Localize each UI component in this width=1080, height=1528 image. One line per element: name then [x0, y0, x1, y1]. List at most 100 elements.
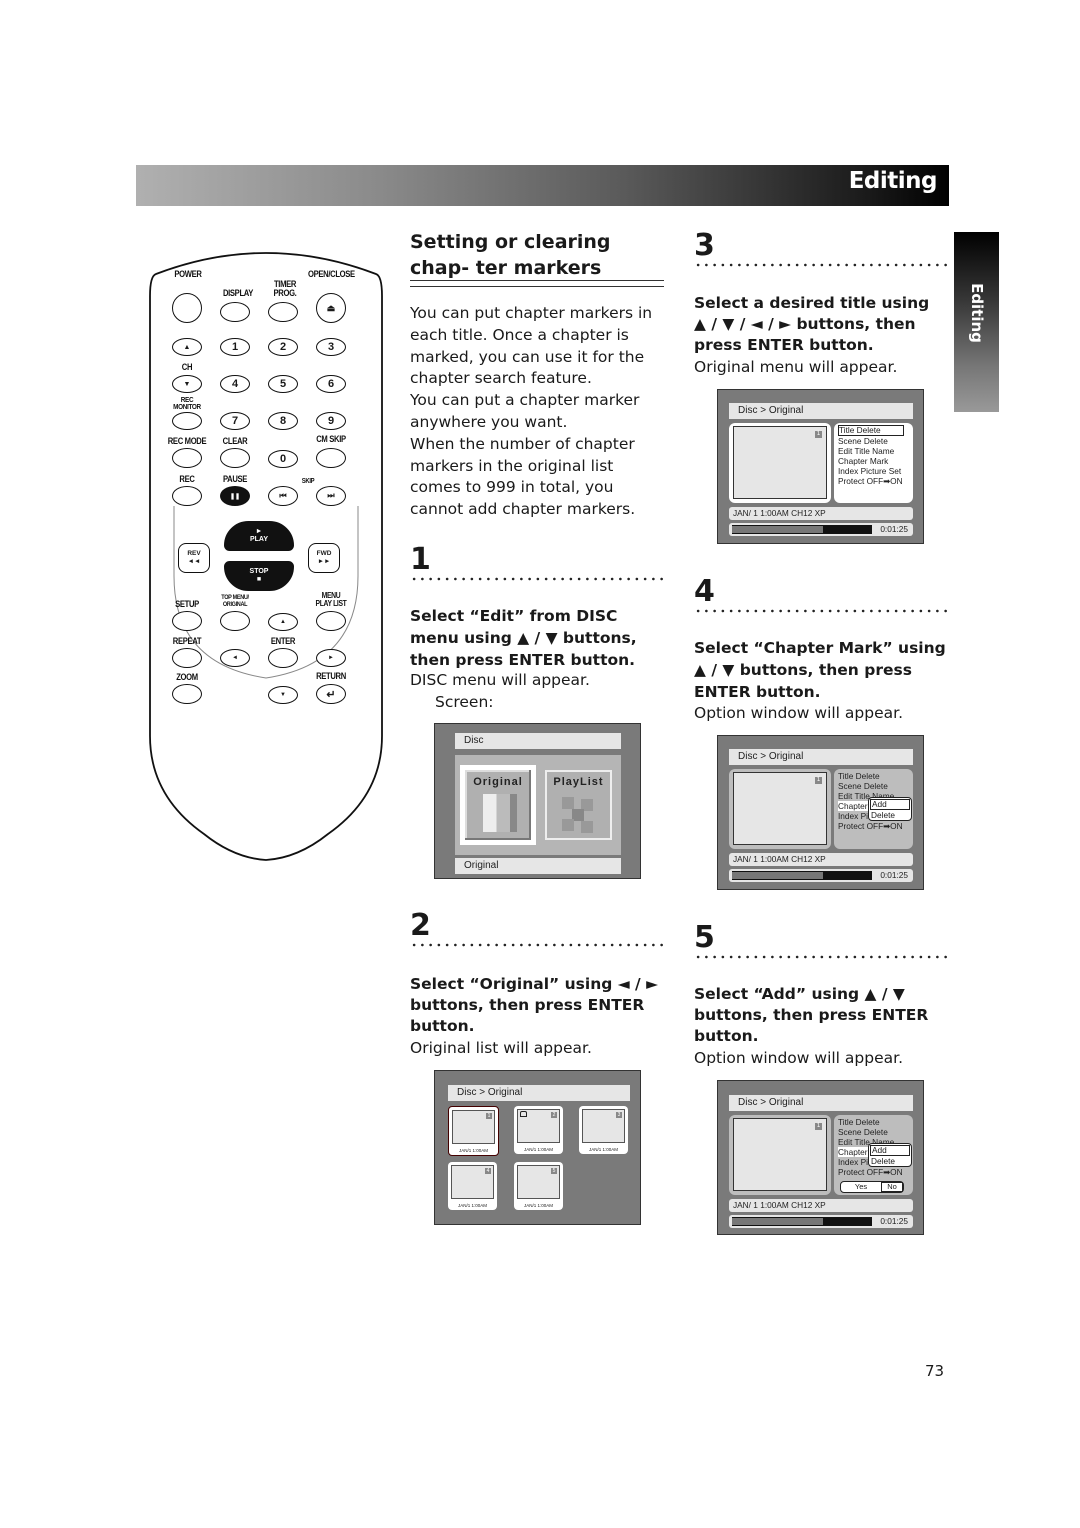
skip-forward-button[interactable]: ⏭ — [316, 486, 346, 506]
menu-item-chapter-mark[interactable]: Chapter Mark — [838, 1147, 888, 1157]
digit-1-button[interactable]: 1 — [220, 338, 250, 356]
digit-label: 9 — [327, 415, 335, 427]
fast-forward-icon: ►► — [317, 558, 331, 565]
step-3-instruction: Select a desired title using ▲ / ▼ / ◄ /… — [694, 294, 930, 354]
menu-item-scene-delete[interactable]: Scene Delete — [838, 781, 903, 791]
pause-button[interactable]: ❚❚ — [220, 486, 250, 506]
intro-text: You can put chapter markers in each titl… — [410, 303, 666, 521]
right-button[interactable]: ► — [316, 649, 346, 667]
digit-0-button[interactable]: 0 — [268, 450, 298, 468]
digit-8-button[interactable]: 8 — [268, 412, 298, 430]
thumbnail-date: JAN/1 1:00AM — [458, 1148, 488, 1153]
down-button[interactable]: ▼ — [268, 686, 298, 704]
playlist-option-label: PlayList — [553, 776, 604, 788]
popup-option-delete[interactable]: Delete — [869, 1157, 911, 1166]
digit-5-button[interactable]: 5 — [268, 375, 298, 393]
title-number-badge: 1 — [815, 777, 822, 784]
menu-item-protect[interactable]: Protect OFF➡ON — [838, 476, 904, 486]
cm-skip-button[interactable] — [316, 448, 346, 468]
menu-item-protect[interactable]: Protect OFF➡ON — [838, 1167, 903, 1177]
step-4-instruction: Select “Chapter Mark” using ▲ / ▼ button… — [694, 639, 946, 701]
power-button[interactable] — [172, 293, 202, 323]
step-2-result: Original list will appear. — [410, 1039, 592, 1057]
stop-button[interactable]: STOP ■ — [224, 561, 294, 591]
no-button[interactable]: No — [881, 1182, 903, 1192]
elapsed-time: 0:01:25 — [880, 1216, 908, 1226]
title-thumbnail[interactable]: 5 JAN/1 1:00AM — [514, 1162, 563, 1210]
menu-button[interactable] — [316, 611, 346, 631]
setup-button[interactable] — [172, 611, 202, 631]
timer-prog-button[interactable] — [268, 302, 298, 322]
top-menu-label: TOP MENU/ ORIGINAL — [221, 594, 249, 608]
ch-up-button[interactable]: ▲ — [172, 338, 202, 356]
menu-item-title-delete[interactable]: Title Delete — [838, 425, 904, 436]
digit-7-button[interactable]: 7 — [220, 412, 250, 430]
up-button[interactable]: ▲ — [268, 613, 298, 631]
left-arrow-icon: ◄ — [232, 655, 238, 661]
menu-item-chapter-mark[interactable]: Chapter Mark — [838, 801, 888, 811]
play-button[interactable]: ► PLAY — [224, 521, 294, 551]
yes-button[interactable]: Yes — [841, 1182, 881, 1192]
setup-label: SETUP — [175, 599, 199, 609]
menu-item-title-delete[interactable]: Title Delete — [838, 1117, 903, 1127]
digit-4-button[interactable]: 4 — [220, 375, 250, 393]
display-button[interactable] — [220, 302, 250, 322]
rec-monitor-label: REC MONITOR — [173, 395, 201, 411]
title-thumbnail[interactable]: 4 JAN/1 1:00AM — [448, 1162, 497, 1210]
menu-item-scene-delete[interactable]: Scene Delete — [838, 436, 904, 446]
edit-menu-panel: Title Delete Scene Delete Edit Title Nam… — [834, 423, 913, 503]
menu-item-chapter-mark[interactable]: Chapter Mark — [838, 456, 904, 466]
confirm-add-screen: Disc > Original 1 Title Delete Scene Del… — [717, 1080, 924, 1235]
rec-mode-button[interactable] — [172, 448, 202, 468]
confirm-dialog: Yes No — [840, 1181, 904, 1193]
popup-option-delete[interactable]: Delete — [869, 811, 911, 820]
enter-button[interactable] — [268, 648, 298, 668]
digit-9-button[interactable]: 9 — [316, 412, 346, 430]
title-thumbnail[interactable]: 2 JAN/1 1:00AM — [514, 1106, 563, 1154]
chapter-mark-popup: Add Delete — [868, 1143, 912, 1167]
title-thumbnail[interactable]: 1 JAN/1 1:00AM — [448, 1106, 499, 1156]
return-button[interactable]: ↵ — [316, 684, 346, 704]
digit-3-button[interactable]: 3 — [316, 338, 346, 356]
rev-button[interactable]: REV ◄◄ — [178, 543, 210, 573]
cm-skip-label: CM SKIP — [316, 434, 346, 444]
digit-2-button[interactable]: 2 — [268, 338, 298, 356]
zoom-button[interactable] — [172, 684, 202, 704]
open-close-button[interactable]: ⏏ — [316, 293, 346, 323]
down-arrow-icon: ▼ — [280, 692, 286, 698]
playlist-option[interactable]: PlayList — [545, 770, 612, 840]
title-preview-panel: 1 — [729, 1115, 831, 1195]
title-number-badge: 5 — [551, 1168, 557, 1174]
menu-item-edit-title-name[interactable]: Edit Title Name — [838, 446, 904, 456]
rec-label: REC — [179, 474, 195, 484]
enter-label: ENTER — [270, 636, 296, 646]
title-thumbnail[interactable]: 3 JAN/1 1:00AM — [579, 1106, 628, 1154]
menu-item-title-delete[interactable]: Title Delete — [838, 771, 903, 781]
popup-option-add[interactable]: Add — [870, 799, 910, 810]
play-icon: ► — [255, 528, 263, 535]
rec-monitor-button[interactable] — [172, 412, 202, 430]
menu-item-index-picture-set[interactable]: Index Picture Set — [838, 466, 904, 476]
title-number-badge: 2 — [551, 1112, 557, 1118]
popup-option-add[interactable]: Add — [870, 1145, 910, 1156]
skip-back-button[interactable]: ⏮ — [268, 486, 298, 506]
step-1-instruction: Select “Edit” from DISC menu using ▲ / ▼… — [410, 607, 637, 669]
rec-button[interactable] — [172, 486, 202, 506]
menu-item-protect[interactable]: Protect OFF➡ON — [838, 821, 903, 831]
ch-down-button[interactable]: ▼ — [172, 375, 202, 393]
original-list-screen: Disc > Original 1 JAN/1 1:00AM 2 JAN/1 1… — [434, 1070, 641, 1225]
top-menu-button[interactable] — [220, 611, 250, 631]
original-option[interactable]: Original — [460, 765, 536, 845]
repeat-button[interactable] — [172, 648, 202, 668]
fwd-button[interactable]: FWD ►► — [308, 543, 340, 573]
digit-6-button[interactable]: 6 — [316, 375, 346, 393]
playback-progress: 0:01:25 — [729, 523, 913, 536]
playlist-cube-icon — [581, 821, 593, 833]
digit-label: 6 — [327, 378, 335, 390]
side-tab: Editing — [954, 232, 999, 412]
menu-item-scene-delete[interactable]: Scene Delete — [838, 1127, 903, 1137]
clear-button[interactable] — [220, 448, 250, 468]
step-4-number: 4 — [694, 574, 715, 609]
left-button[interactable]: ◄ — [220, 649, 250, 667]
stop-icon: ■ — [256, 576, 262, 583]
